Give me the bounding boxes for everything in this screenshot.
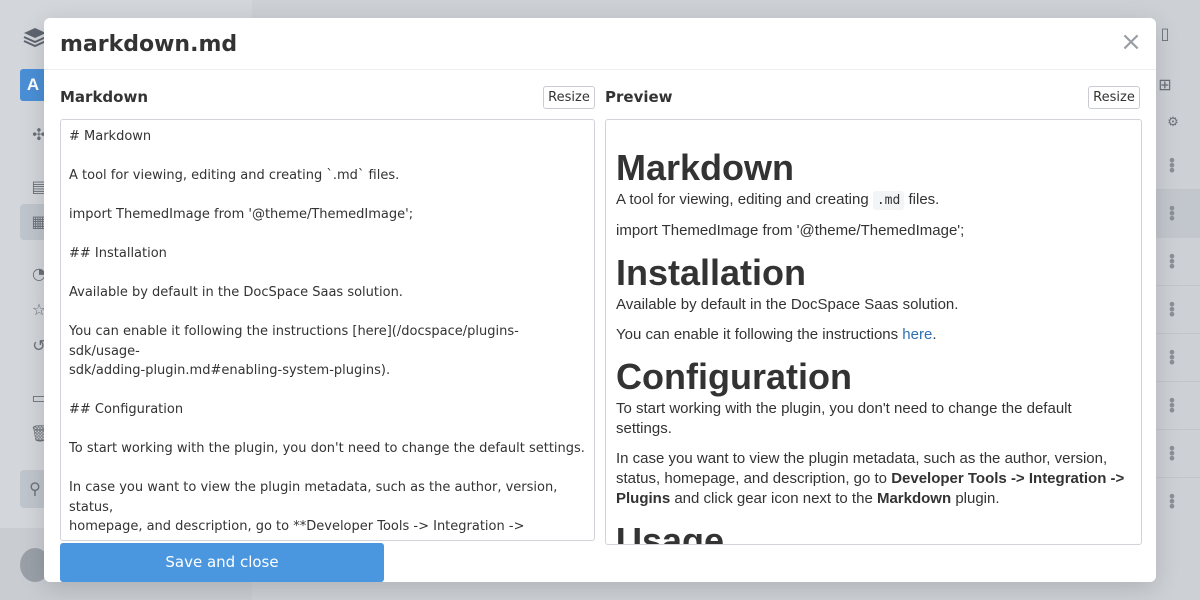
- here-link[interactable]: here: [902, 326, 932, 343]
- editor-line: import ThemedImage from '@theme/ThemedIm…: [69, 207, 414, 222]
- person-search-icon: ⚲: [29, 479, 41, 498]
- row-divider: [1156, 333, 1200, 334]
- editor-line: sdk/adding-plugin.md#enabling-system-plu…: [69, 363, 391, 378]
- markdown-resize-button[interactable]: Resize: [543, 86, 595, 109]
- preview-paragraph: You can enable it following the instruct…: [616, 326, 937, 343]
- row-menu-icon[interactable]: • • •: [1166, 249, 1178, 275]
- row-menu-icon[interactable]: • • •: [1166, 201, 1178, 227]
- editor-line: Available by default in the DocSpace Saa…: [69, 285, 403, 300]
- preview-paragraph: A tool for viewing, editing and creating…: [616, 191, 940, 210]
- view-grid-icon[interactable]: ⊞: [1156, 77, 1174, 93]
- layers-icon: [22, 26, 47, 51]
- editor-line: A tool for viewing, editing and creating…: [69, 168, 400, 183]
- preview-heading: Markdown: [616, 147, 795, 188]
- editor-line: You can enable it following the instruct…: [69, 324, 519, 359]
- row-menu-icon[interactable]: • • •: [1166, 393, 1178, 419]
- row-menu-icon[interactable]: • • •: [1166, 345, 1178, 371]
- preview-paragraph: To start working with the plugin, you do…: [616, 400, 1072, 437]
- row-divider: [1156, 429, 1200, 430]
- preview-resize-button[interactable]: Resize: [1088, 86, 1140, 109]
- preview-heading: Usage: [616, 520, 725, 545]
- editor-line: # Markdown: [69, 129, 152, 144]
- markdown-editor-dialog: markdown.md × Markdown Resize Preview Re…: [44, 18, 1156, 582]
- preview-paragraph: Available by default in the DocSpace Saa…: [616, 296, 959, 313]
- preview-pane-label: Preview: [605, 88, 673, 106]
- preview-paragraph: In case you want to view the plugin meta…: [616, 450, 1125, 507]
- close-icon[interactable]: ×: [1120, 29, 1142, 55]
- markdown-textarea[interactable]: # Markdown A tool for viewing, editing an…: [60, 119, 595, 541]
- preview-paragraph: import ThemedImage from '@theme/ThemedIm…: [616, 222, 965, 239]
- row-divider: [1156, 285, 1200, 286]
- markdown-preview: Markdown A tool for viewing, editing and…: [605, 119, 1142, 545]
- row-menu-icon[interactable]: • • •: [1166, 297, 1178, 323]
- dialog-header: markdown.md ×: [44, 18, 1156, 70]
- preview-heading: Configuration: [616, 356, 852, 397]
- row-divider: [1156, 189, 1200, 190]
- editor-line: ## Installation: [69, 246, 167, 261]
- markdown-pane-label: Markdown: [60, 88, 149, 106]
- row-menu-icon[interactable]: • • •: [1166, 153, 1178, 179]
- row-divider: [1156, 477, 1200, 478]
- editor-line: homepage, and description, go to **Devel…: [69, 519, 525, 540]
- editor-line: ## Configuration: [69, 402, 184, 417]
- background-row-selected: [1156, 190, 1200, 238]
- row-divider: [1156, 381, 1200, 382]
- inline-code: .md: [872, 191, 905, 210]
- save-and-close-button[interactable]: Save and close: [60, 543, 384, 582]
- editor-line: To start working with the plugin, you do…: [69, 441, 585, 456]
- account-badge[interactable]: A: [20, 69, 46, 101]
- dialog-title: markdown.md: [60, 32, 238, 57]
- gear-icon[interactable]: ⚙: [1164, 115, 1182, 131]
- preview-heading: Installation: [616, 252, 807, 293]
- row-menu-icon[interactable]: • • •: [1166, 489, 1178, 515]
- panel-toggle-icon[interactable]: ▯: [1156, 26, 1174, 42]
- row-menu-icon[interactable]: • • •: [1166, 441, 1178, 467]
- editor-line: In case you want to view the plugin meta…: [69, 480, 562, 515]
